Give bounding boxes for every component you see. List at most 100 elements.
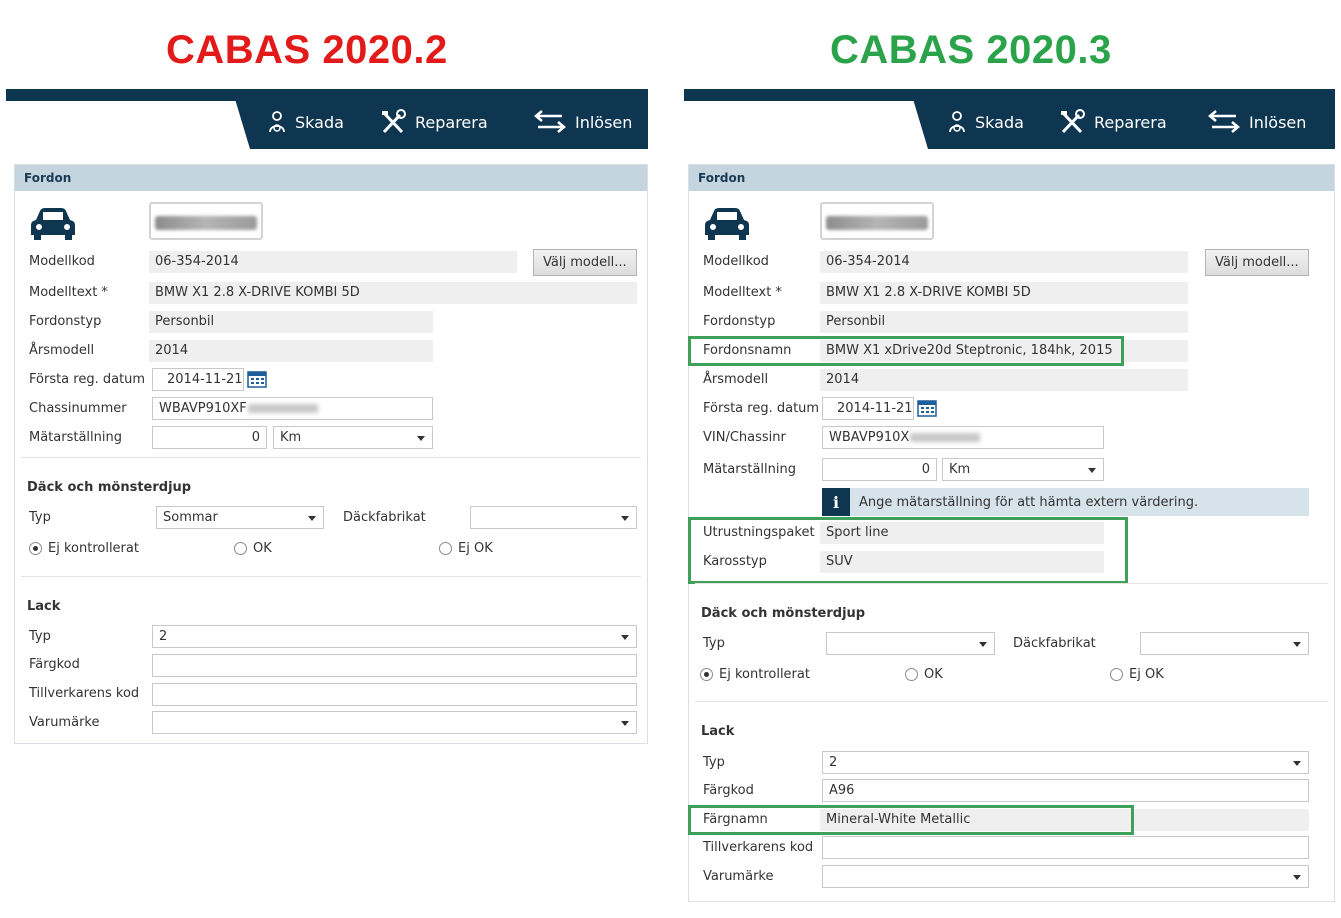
- nav-skada[interactable]: Skada: [266, 109, 344, 135]
- dack-typ-select[interactable]: Sommar: [156, 506, 324, 529]
- arsmodell-value: 2014: [149, 340, 433, 362]
- nav-skada[interactable]: Skada: [946, 109, 1024, 135]
- arsmodell-label: Årsmodell: [703, 372, 769, 387]
- fordonstyp-label: Fordonstyp: [29, 314, 102, 329]
- dack-typ-select[interactable]: [826, 632, 995, 655]
- radio-ej-kontrollerat[interactable]: Ej kontrollerat: [700, 667, 810, 682]
- chevron-down-icon: [417, 436, 425, 441]
- forsta-reg-input[interactable]: 2014-11-21: [822, 397, 914, 420]
- skada-driver-icon: [949, 111, 965, 133]
- reparera-tools-icon: [1061, 109, 1085, 134]
- calendar-icon[interactable]: [247, 370, 267, 388]
- skada-driver-icon: [269, 111, 285, 133]
- fordon-card: Fordon Modellkod 06-354-2014 Välj modell…: [688, 164, 1335, 902]
- fargkod-label: Färgkod: [29, 657, 80, 672]
- modelltext-value: BMW X1 2.8 X-DRIVE KOMBI 5D: [149, 282, 637, 304]
- dackfabrikat-label: Däckfabrikat: [343, 510, 426, 525]
- panel-cabas-2020-2: Skada Reparera Inlösen Fordon Modellkod …: [6, 89, 648, 915]
- version-title-old: CABAS 2020.2: [166, 28, 448, 72]
- chassinummer-label: Chassinummer: [29, 401, 127, 416]
- modellkod-value: 06-354-2014: [149, 251, 517, 273]
- reparera-tools-icon: [382, 109, 406, 134]
- matar-unit-select[interactable]: Km: [273, 426, 433, 449]
- nav-reparera-label: Reparera: [1094, 112, 1167, 132]
- lack-section-title: Lack: [701, 724, 735, 739]
- tillverkarens-kod-input[interactable]: [822, 836, 1309, 859]
- vin-chassinr-label: VIN/Chassinr: [703, 430, 786, 445]
- arsmodell-label: Årsmodell: [29, 343, 95, 358]
- chassinummer-input[interactable]: WBAVP910XF: [152, 397, 433, 420]
- radio-ej-kontrollerat[interactable]: Ej kontrollerat: [29, 541, 139, 556]
- chevron-down-icon: [308, 516, 316, 521]
- new-field-highlight: [688, 336, 1124, 366]
- nav-inlosen[interactable]: Inlösen: [1206, 109, 1306, 135]
- lack-typ-label: Typ: [703, 755, 725, 770]
- lack-typ-select[interactable]: 2: [822, 751, 1309, 774]
- varumarke-select[interactable]: [152, 711, 637, 734]
- matar-unit-select[interactable]: Km: [942, 458, 1104, 481]
- lack-typ-label: Typ: [29, 629, 51, 644]
- modellkod-value: 06-354-2014: [820, 251, 1188, 273]
- nav-inlosen[interactable]: Inlösen: [532, 109, 632, 135]
- license-plate: [820, 202, 934, 240]
- radio-ej-ok[interactable]: Ej OK: [439, 541, 493, 556]
- radio-ok[interactable]: OK: [234, 541, 272, 556]
- dackfabrikat-select[interactable]: [470, 506, 637, 529]
- chevron-down-icon: [1293, 642, 1301, 647]
- forsta-reg-label: Första reg. datum: [703, 401, 820, 416]
- new-field-highlight: [688, 805, 1134, 835]
- dack-section-title: Däck och mönsterdjup: [27, 480, 192, 495]
- radio-ok[interactable]: OK: [905, 667, 943, 682]
- version-title-new: CABAS 2020.3: [830, 28, 1112, 72]
- tillverkarens-kod-input[interactable]: [152, 683, 637, 706]
- forsta-reg-label: Första reg. datum: [29, 372, 146, 387]
- matarstallning-input[interactable]: 0: [152, 426, 267, 449]
- car-icon: [705, 208, 749, 240]
- radio-ej-ok[interactable]: Ej OK: [1110, 667, 1164, 682]
- fordonstyp-value: Personbil: [149, 311, 433, 333]
- chevron-down-icon: [621, 516, 629, 521]
- nav-reparera[interactable]: Reparera: [1059, 109, 1167, 135]
- top-navbar: Skada Reparera Inlösen: [6, 89, 648, 149]
- fargkod-label: Färgkod: [703, 783, 754, 798]
- chevron-down-icon: [621, 721, 629, 726]
- car-icon: [31, 208, 75, 240]
- dack-section-title: Däck och mönsterdjup: [701, 606, 866, 621]
- matarstallning-label: Mätarställning: [703, 462, 796, 477]
- arsmodell-value: 2014: [820, 369, 1188, 391]
- dack-typ-label: Typ: [29, 510, 51, 525]
- modelltext-label: Modelltext *: [703, 285, 782, 300]
- chevron-down-icon: [621, 635, 629, 640]
- fordon-card-header: Fordon: [15, 165, 647, 191]
- nav-reparera[interactable]: Reparera: [380, 109, 488, 135]
- valj-modell-button[interactable]: Välj modell...: [1205, 249, 1309, 276]
- fargkod-input[interactable]: A96: [822, 779, 1309, 802]
- chevron-down-icon: [979, 642, 987, 647]
- new-field-highlight: [688, 517, 1128, 584]
- valj-modell-button[interactable]: Välj modell...: [533, 249, 637, 276]
- nav-inlosen-label: Inlösen: [575, 112, 633, 132]
- nav-skada-label: Skada: [295, 112, 344, 132]
- dackfabrikat-select[interactable]: [1140, 632, 1309, 655]
- fordonstyp-value: Personbil: [820, 311, 1188, 333]
- license-plate: [149, 202, 263, 240]
- fordon-card-header: Fordon: [689, 165, 1334, 191]
- forsta-reg-input[interactable]: 2014-11-21: [152, 368, 244, 391]
- lack-typ-select[interactable]: 2: [152, 625, 637, 648]
- chevron-down-icon: [1293, 875, 1301, 880]
- chevron-down-icon: [1088, 468, 1096, 473]
- modellkod-label: Modellkod: [703, 254, 769, 269]
- info-banner: i Ange mätarställning för att hämta exter…: [822, 488, 1309, 516]
- modellkod-label: Modellkod: [29, 254, 95, 269]
- varumarke-select[interactable]: [822, 865, 1309, 888]
- vin-chassinr-input[interactable]: WBAVP910X: [822, 426, 1104, 449]
- modelltext-value: BMW X1 2.8 X-DRIVE KOMBI 5D: [820, 282, 1188, 304]
- panel-cabas-2020-3: Skada Reparera Inlösen Fordon Modellkod …: [684, 89, 1335, 915]
- calendar-icon[interactable]: [917, 399, 937, 417]
- fargkod-input[interactable]: [152, 654, 637, 677]
- nav-inlosen-label: Inlösen: [1249, 112, 1307, 132]
- matarstallning-input[interactable]: 0: [822, 458, 937, 481]
- inlosen-arrows-icon: [1208, 110, 1240, 133]
- modelltext-label: Modelltext *: [29, 285, 108, 300]
- info-icon: i: [822, 488, 850, 516]
